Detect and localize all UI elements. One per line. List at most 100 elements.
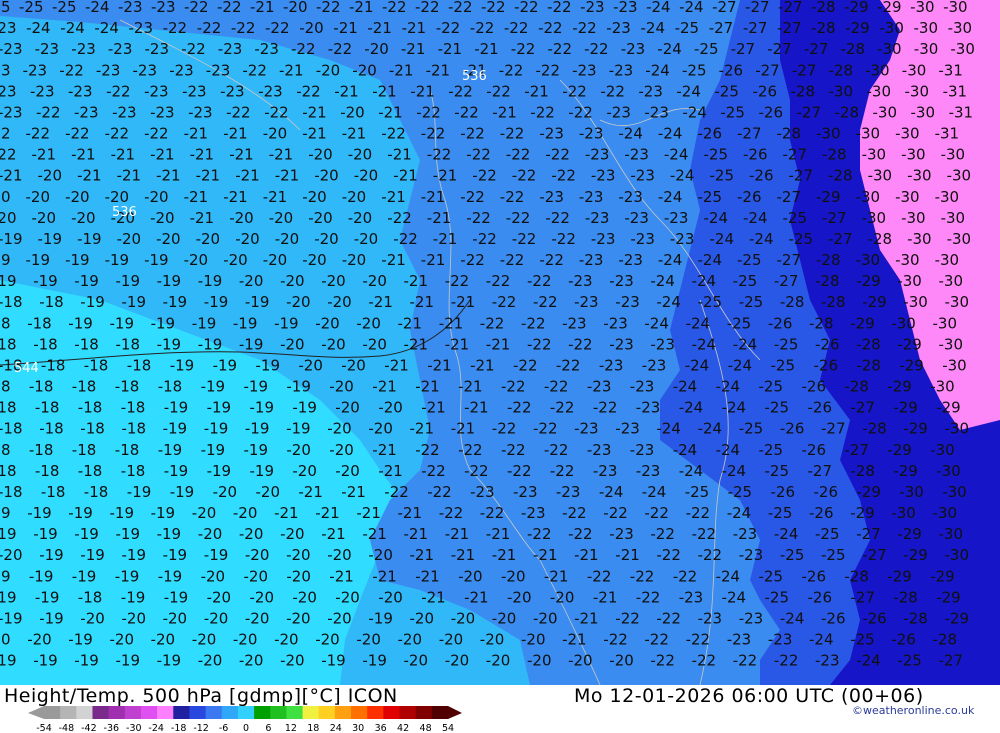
temp-label: -20 [362, 335, 387, 353]
temp-label: -19 [239, 335, 264, 353]
temp-label: -22 [512, 230, 537, 248]
temp-label: -23 [220, 82, 245, 100]
temp-label: -21 [562, 631, 587, 649]
temp-label: -25 [698, 188, 723, 206]
temp-label: -19 [207, 462, 232, 480]
temp-label: -20 [198, 652, 223, 670]
temp-label: -22 [512, 167, 537, 185]
temp-label: -30 [891, 504, 916, 522]
legend-swatch [140, 706, 158, 719]
temp-label: -20 [501, 567, 526, 585]
temp-label: -30 [865, 61, 890, 79]
temp-label: -21 [196, 167, 221, 185]
temp-label: -30 [856, 125, 881, 143]
temp-label: -20 [327, 610, 352, 628]
credit-link[interactable]: ©weatheronline.co.uk [852, 704, 974, 717]
legend-tick-label: -6 [219, 723, 228, 733]
temp-label: -23 [630, 167, 655, 185]
temp-label: -19 [163, 420, 188, 438]
temp-label: -19 [198, 272, 223, 290]
temp-label: -19 [26, 251, 51, 269]
temp-label: -23 [71, 40, 96, 58]
temp-label: -19 [198, 335, 223, 353]
temp-label: -30 [942, 483, 967, 501]
temp-label: -20 [342, 251, 367, 269]
temp-label: -25 [720, 103, 745, 121]
temp-label: -29 [899, 356, 924, 374]
temp-label: -30 [905, 82, 930, 100]
temp-label: -22 [328, 40, 353, 58]
temp-label: -22 [144, 125, 169, 143]
temp-label: -21 [433, 230, 458, 248]
temp-label: -20 [263, 125, 288, 143]
temp-label: -30 [877, 40, 902, 58]
temp-label: -21 [410, 293, 435, 311]
temp-label: -22 [448, 82, 473, 100]
temp-label: -27 [821, 420, 846, 438]
temp-label: -20 [299, 19, 324, 37]
temp-label: -22 [551, 167, 576, 185]
temp-label: -19 [0, 610, 23, 628]
temp-label: -20 [348, 209, 373, 227]
temp-label: -23 [0, 40, 23, 58]
temp-label: -20 [286, 293, 311, 311]
temp-label: -23 [96, 61, 121, 79]
temp-label: -23 [0, 61, 11, 79]
temp-label: -23 [539, 188, 564, 206]
temp-label: -19 [110, 314, 135, 332]
temp-label: -22 [454, 103, 479, 121]
temp-label: -18 [35, 399, 60, 417]
temp-label: -22 [296, 82, 321, 100]
temp-label: -30 [867, 82, 892, 100]
temp-label: -18 [29, 441, 54, 459]
temp-label: -27 [822, 209, 847, 227]
temp-label: -26 [891, 631, 916, 649]
temp-label: -22 [36, 103, 61, 121]
temp-label: -29 [930, 567, 955, 585]
temp-label: -30 [873, 103, 898, 121]
temp-label: -26 [808, 588, 833, 606]
temp-label: -21 [492, 103, 517, 121]
temp-label: -22 [548, 40, 573, 58]
temp-label: -22 [593, 399, 618, 417]
temp-label: -27 [778, 0, 803, 16]
temp-label: -23 [182, 82, 207, 100]
temp-label: -19 [207, 399, 232, 417]
temp-label: -26 [814, 356, 839, 374]
temp-label: -20 [362, 272, 387, 290]
temp-label: -22 [421, 462, 446, 480]
temp-label: -21 [368, 293, 393, 311]
temp-label: -22 [470, 19, 495, 37]
temp-label: -20 [352, 61, 377, 79]
temp-label: -28 [835, 103, 860, 121]
temp-label: -22 [291, 40, 316, 58]
temp-label: -20 [302, 251, 327, 269]
temp-label: -23 [23, 61, 47, 79]
temp-label: -28 [821, 293, 846, 311]
temp-label: -23 [0, 82, 17, 100]
temp-label: -26 [802, 378, 827, 396]
temp-label: -21 [451, 420, 476, 438]
temp-label: -18 [35, 462, 60, 480]
temp-label: -20 [245, 546, 270, 564]
temp-label: -30 [901, 146, 926, 164]
temp-label: -19 [151, 314, 176, 332]
temp-label: -24 [60, 19, 85, 37]
temp-label: -29 [845, 19, 870, 37]
temp-label: -20 [263, 251, 288, 269]
temp-label: -22 [656, 546, 681, 564]
temp-label: -30 [895, 125, 920, 143]
temp-label: -27 [709, 19, 734, 37]
temp-label: -25 [694, 40, 719, 58]
temp-label: -22 [630, 567, 655, 585]
temp-label: -22 [197, 19, 222, 37]
temp-label: -25 [771, 356, 796, 374]
temp-label: -23 [739, 546, 764, 564]
temp-label: -29 [887, 441, 912, 459]
temp-label: -20 [233, 631, 258, 649]
temp-label: -26 [719, 61, 744, 79]
temp-label: -21 [190, 209, 215, 227]
temp-label: -21 [533, 546, 558, 564]
legend-tick-label: 36 [375, 723, 387, 733]
temp-label: -19 [68, 314, 93, 332]
